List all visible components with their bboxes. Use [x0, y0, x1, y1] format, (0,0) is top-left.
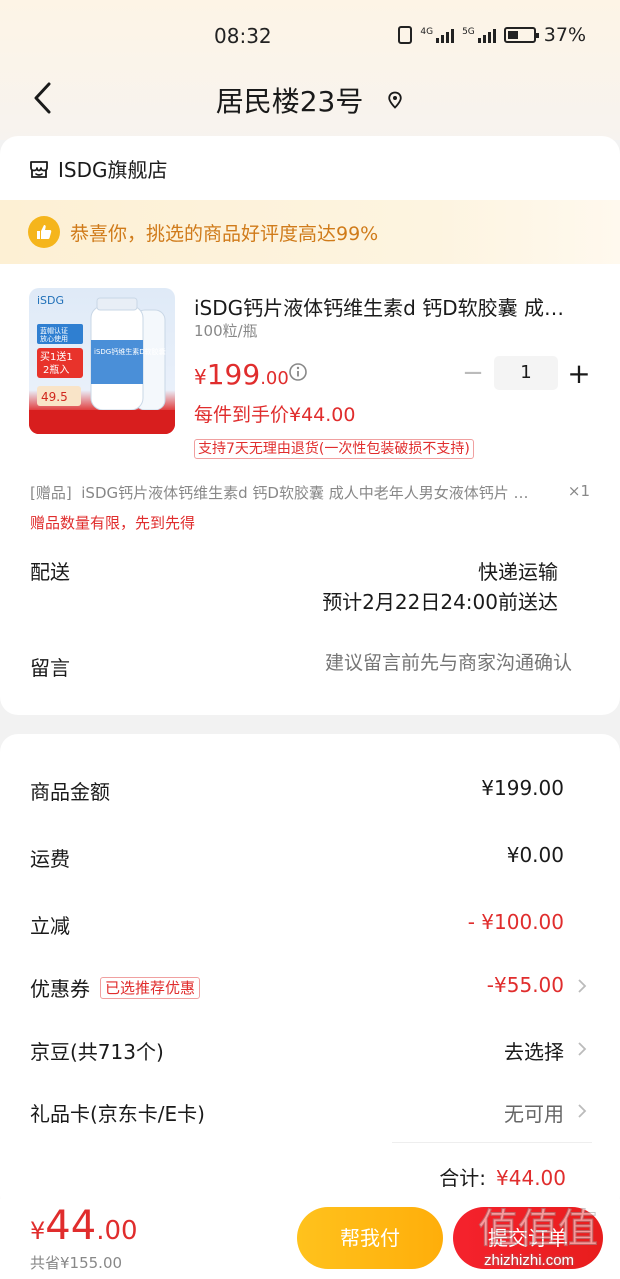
gift-name: iSDG钙片液体钙维生素d 钙D软胶囊 成人中老年人男女液体钙片 补…: [81, 484, 530, 502]
coupon-label-group: 优惠券 已选推荐优惠: [30, 973, 201, 1002]
shipping-row: 运费 ¥0.00: [30, 835, 590, 875]
discount-value: - ¥100.00: [467, 910, 564, 934]
product-image[interactable]: iSDG 蓝帽认证 放心使用 买1送1 2瓶入 49.5 iSDG钙维生素D软胶…: [29, 288, 175, 434]
price-summary-card: 商品金额 ¥199.00 运费 ¥0.00 立减 - ¥100.00 优惠券 已…: [0, 734, 620, 1214]
message-input[interactable]: [252, 652, 572, 674]
pay-amount: ¥44.00: [30, 1203, 138, 1249]
help-pay-button[interactable]: 帮我付: [297, 1207, 443, 1269]
discount-row: 立减 - ¥100.00: [30, 902, 590, 942]
watermark-mark: 值值值: [478, 1206, 598, 1252]
signal-5g-icon: 5G: [462, 27, 496, 43]
gift-card-label: 礼品卡(京东卡/E卡): [30, 1102, 205, 1126]
rating-banner: 恭喜你，挑选的商品好评度高达99%: [0, 200, 620, 264]
jd-bean-row[interactable]: 京豆(共713个) 去选择: [30, 1028, 590, 1068]
network-5g-label: 5G: [462, 27, 475, 37]
pay-integer: 44: [45, 1203, 97, 1249]
signal-4g-icon: 4G: [420, 27, 455, 43]
gift-card-row[interactable]: 礼品卡(京东卡/E卡) 无可用: [30, 1090, 590, 1130]
quantity-increase-button[interactable]: +: [564, 357, 594, 390]
shop-header[interactable]: ISDG旗舰店: [28, 154, 168, 183]
coupon-value: -¥55.00: [486, 973, 564, 997]
gift-prefix: [赠品]: [30, 484, 72, 502]
quantity-input[interactable]: 1: [494, 356, 558, 390]
product-image-brand: iSDG: [37, 294, 64, 307]
product-image-bottle-label: iSDG钙维生素D软胶囊: [94, 347, 166, 356]
gift-quantity: ×1: [567, 482, 590, 500]
gift-note: 赠品数量有限，先到先得: [30, 514, 196, 532]
network-4g-label: 4G: [420, 27, 434, 37]
product-image-badge2: 放心使用: [40, 334, 68, 343]
rating-banner-text: 恭喜你，挑选的商品好评度高达99%: [70, 222, 379, 245]
store-icon: [30, 160, 48, 178]
pay-currency: ¥: [30, 1217, 46, 1245]
info-icon[interactable]: [288, 362, 308, 382]
shipping-value: ¥0.00: [506, 843, 564, 867]
order-item-card: ISDG旗舰店 恭喜你，挑选的商品好评度高达99% iSDG 蓝帽认证 放心使用…: [0, 136, 620, 715]
message-label: 留言: [30, 656, 70, 680]
thumbs-up-icon: [28, 216, 60, 248]
return-policy-tag: 支持7天无理由退货(一次性包装破损不支持): [194, 439, 474, 459]
goods-amount-label: 商品金额: [30, 780, 110, 804]
total-divider: [392, 1142, 592, 1143]
gift-row[interactable]: [赠品] iSDG钙片液体钙维生素d 钙D软胶囊 成人中老年人男女液体钙片 补……: [30, 482, 590, 503]
product-price: ¥199.00: [194, 358, 289, 391]
delivery-eta[interactable]: 预计2月22日24:00前送达: [322, 586, 558, 615]
product-title[interactable]: iSDG钙片液体钙维生素d 钙D软胶囊 成…: [194, 292, 584, 321]
total-row: 合计: ¥44.00: [439, 1162, 566, 1191]
price-currency: ¥: [194, 365, 207, 389]
vibrate-icon: [398, 26, 413, 44]
status-time: 08:32: [214, 24, 272, 48]
price-decimal: .00: [260, 368, 289, 389]
coupon-label: 优惠券: [30, 977, 90, 1001]
saved-amount: 共省¥155.00: [30, 1254, 123, 1272]
delivery-method[interactable]: 快递运输: [478, 556, 558, 585]
product-spec: 100粒/瓶: [194, 322, 258, 340]
quantity-stepper: − 1 +: [458, 355, 594, 391]
unit-price-text: 每件到手价¥44.00: [194, 404, 356, 426]
page-title: 居民楼23号: [215, 85, 364, 118]
pay-decimal: .00: [96, 1216, 138, 1246]
shipping-label: 运费: [30, 847, 70, 871]
goods-amount-row: 商品金额 ¥199.00: [30, 768, 590, 808]
coupon-row[interactable]: 优惠券 已选推荐优惠 -¥55.00: [30, 965, 590, 1005]
jd-bean-label: 京豆(共713个): [30, 1040, 164, 1064]
product-image-badge1: 蓝帽认证: [40, 326, 68, 335]
chevron-right-icon: [578, 979, 587, 993]
product-image-price: 49.5: [41, 390, 68, 404]
battery-level: 37%: [543, 24, 586, 46]
product-photo-art: iSDG 蓝帽认证 放心使用 买1送1 2瓶入 49.5 iSDG钙维生素D软胶…: [29, 294, 175, 434]
shop-name: ISDG旗舰店: [58, 158, 168, 182]
status-icons: 4G 5G 37%: [398, 24, 586, 46]
total-label: 合计:: [439, 1166, 487, 1190]
coupon-tag: 已选推荐优惠: [100, 976, 201, 999]
jd-bean-value: 去选择: [504, 1040, 564, 1064]
gift-card-value: 无可用: [504, 1102, 564, 1126]
delivery-label: 配送: [30, 560, 70, 584]
chevron-right-icon: [578, 1104, 587, 1118]
quantity-decrease-button[interactable]: −: [458, 358, 488, 388]
battery-icon: [503, 27, 539, 43]
location-pin-icon: [388, 91, 402, 109]
chevron-right-icon: [578, 1042, 587, 1056]
goods-amount-value: ¥199.00: [481, 776, 564, 800]
address-title[interactable]: 居民楼23号: [0, 80, 620, 120]
product-image-promo1: 买1送1: [40, 350, 73, 363]
price-integer: 199: [206, 358, 261, 391]
status-bar: 08:32 4G 5G 37%: [0, 0, 620, 70]
watermark-text: zhizhizhi.com: [484, 1252, 575, 1269]
discount-label: 立减: [30, 914, 70, 938]
total-value: ¥44.00: [496, 1166, 566, 1190]
product-image-promo2: 2瓶入: [43, 363, 69, 376]
